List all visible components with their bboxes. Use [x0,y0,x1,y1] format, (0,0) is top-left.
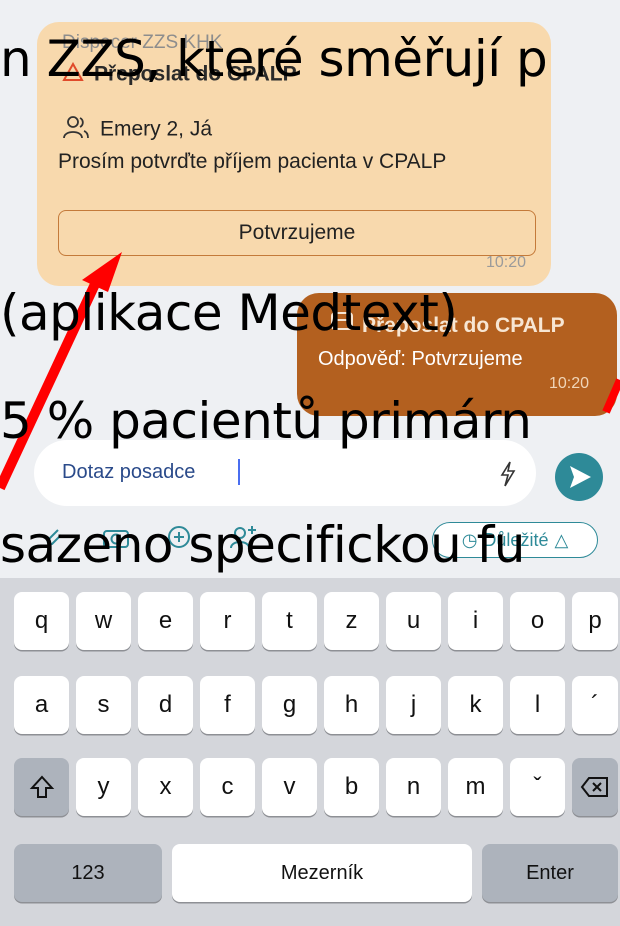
key-g[interactable]: g [262,676,317,734]
key-f[interactable]: f [200,676,255,734]
alert-icon: △ [554,529,569,550]
message-recipients-text: Emery 2, Já [100,117,213,141]
message-sender: Dispecer ZZS KHK [62,32,223,53]
add-circle-icon[interactable] [166,524,192,555]
add-user-icon[interactable] [228,524,258,555]
key-caron[interactable]: ˇ [510,758,565,816]
key-a[interactable]: a [14,676,69,734]
group-icon [62,114,90,146]
shift-key[interactable] [14,758,69,816]
key-d[interactable]: d [138,676,193,734]
message-time: 10:20 [486,254,527,271]
key-p[interactable]: p [572,592,618,650]
key-h[interactable]: h [324,676,379,734]
message-body: Prosím potvrďte příjem pacienta v CPALP [58,150,447,173]
camera-icon[interactable] [102,524,130,555]
key-u[interactable]: u [386,592,441,650]
outgoing-title: Přeposlat do CPALP [362,314,565,337]
key-n[interactable]: n [386,758,441,816]
message-recipients: Emery 2, Já [62,114,212,146]
app-screen: Dispecer ZZS KHK Přeposlat do CPALP Emer… [0,0,620,926]
key-k[interactable]: k [448,676,503,734]
chat-area: Dispecer ZZS KHK Přeposlat do CPALP Emer… [0,0,620,578]
lightning-icon[interactable] [499,461,517,492]
backspace-key[interactable] [572,758,618,816]
key-x[interactable]: x [138,758,193,816]
text-caret [238,459,240,485]
key-acute[interactable]: ´ [572,676,618,734]
message-title-text: Přeposlat do CPALP [94,62,297,86]
key-s[interactable]: s [76,676,131,734]
shift-icon [29,775,54,798]
key-m[interactable]: m [448,758,503,816]
enter-key[interactable]: Enter [482,844,618,902]
send-button[interactable] [555,453,603,501]
send-icon [570,466,591,488]
outgoing-time: 10:20 [549,375,590,392]
message-input[interactable]: Dotaz posadce [62,461,195,484]
attachment-icon[interactable] [40,524,66,555]
important-label: Důležité [483,529,549,550]
key-w[interactable]: w [76,592,131,650]
space-key[interactable]: Mezerník [172,844,472,902]
warning-icon [62,61,84,88]
backspace-icon [580,777,608,797]
key-e[interactable]: e [138,592,193,650]
key-t[interactable]: t [262,592,317,650]
key-j[interactable]: j [386,676,441,734]
key-v[interactable]: v [262,758,317,816]
virtual-keyboard: q w e r t z u i o p a s d f g h j k l ´ … [0,578,620,926]
important-toggle[interactable]: ◷ Důležité △ [432,522,598,558]
key-b[interactable]: b [324,758,379,816]
key-c[interactable]: c [200,758,255,816]
message-title: Přeposlat do CPALP [62,61,297,88]
confirm-button[interactable]: Potvrzujeme [58,210,536,256]
forward-icon [330,310,354,337]
key-y[interactable]: y [76,758,131,816]
key-r[interactable]: r [200,592,255,650]
key-l[interactable]: l [510,676,565,734]
key-q[interactable]: q [14,592,69,650]
clock-icon: ◷ [461,529,478,550]
outgoing-reply: Odpověď: Potvrzujeme [318,348,523,370]
key-o[interactable]: o [510,592,565,650]
numbers-key[interactable]: 123 [14,844,162,902]
key-z[interactable]: z [324,592,379,650]
key-i[interactable]: i [448,592,503,650]
